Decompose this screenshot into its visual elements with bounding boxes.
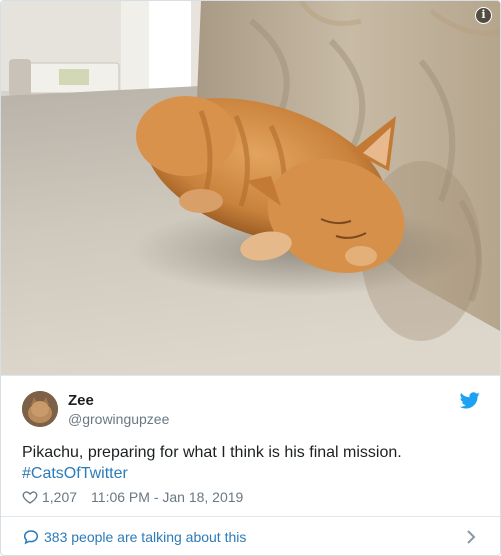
speech-bubble-icon [23, 530, 39, 545]
tweet-text: Pikachu, preparing for what I think is h… [22, 442, 482, 484]
tweet-meta: 1,207 11:06 PM - Jan 18, 2019 [22, 488, 243, 506]
avatar[interactable] [22, 391, 58, 427]
hashtag-link[interactable]: #CatsOfTwitter [22, 465, 128, 482]
display-name[interactable]: Zee [68, 392, 94, 409]
tweet-timestamp[interactable]: 11:06 PM - Jan 18, 2019 [91, 489, 243, 505]
cat-photo-illustration [1, 1, 500, 375]
avatar-image [22, 391, 58, 427]
twitter-bird-icon[interactable] [460, 392, 480, 409]
embedded-tweet-card: i Zee @growingupzee Pikachu, preparing f… [0, 0, 501, 556]
talking-about-label[interactable]: 383 people are talking about this [44, 529, 246, 545]
like-count[interactable]: 1,207 [42, 489, 77, 505]
chevron-right-icon[interactable] [466, 529, 476, 545]
conversation-link[interactable]: 383 people are talking about this [1, 516, 500, 555]
tweet-photo[interactable]: i [1, 1, 500, 375]
user-handle[interactable]: @growingupzee [68, 411, 169, 427]
heart-icon[interactable] [22, 489, 38, 505]
info-icon[interactable]: i [475, 7, 492, 24]
tweet-text-body: Pikachu, preparing for what I think is h… [22, 444, 402, 461]
tweet-body: Zee @growingupzee Pikachu, preparing for… [1, 375, 500, 515]
